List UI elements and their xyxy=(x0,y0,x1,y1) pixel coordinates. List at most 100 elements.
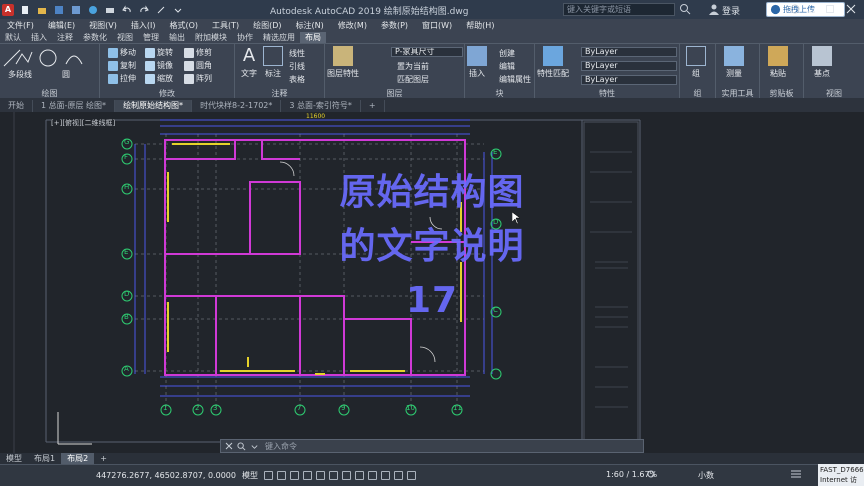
system-tray-notification[interactable]: FAST_D7666C Internet 访问 xyxy=(818,464,864,486)
polyline-icon[interactable] xyxy=(14,48,34,68)
menu-tools[interactable]: 工具(T) xyxy=(205,20,246,31)
new-tab-button[interactable]: + xyxy=(361,100,385,112)
menu-insert[interactable]: 插入(I) xyxy=(124,20,163,31)
group-button[interactable]: 组 xyxy=(686,46,706,79)
close-icon[interactable] xyxy=(846,4,856,14)
layout-tab-model[interactable]: 模型 xyxy=(0,453,28,464)
array-button[interactable]: 阵列 xyxy=(184,73,212,84)
linetype-dropdown[interactable]: ByLayer xyxy=(581,61,677,71)
command-input[interactable]: 键入命令 xyxy=(265,441,297,452)
annotation-monitor-icon[interactable] xyxy=(406,471,416,480)
base-point-button[interactable]: 基点 xyxy=(812,46,832,79)
polar-toggle-icon[interactable] xyxy=(302,471,312,480)
help-icon[interactable] xyxy=(790,4,800,14)
command-search-icon[interactable] xyxy=(237,441,246,451)
user-icon[interactable] xyxy=(708,3,720,15)
save-as-icon[interactable] xyxy=(69,4,82,15)
leader-button[interactable]: 引线 xyxy=(289,61,305,72)
otrack-toggle-icon[interactable] xyxy=(328,471,338,480)
doc-tab-4[interactable]: 3 总面-索引符号* xyxy=(281,100,361,112)
tab-collaborate[interactable]: 协作 xyxy=(232,32,258,43)
tab-parametric[interactable]: 参数化 xyxy=(78,32,112,43)
tab-default[interactable]: 默认 xyxy=(0,32,26,43)
tab-output[interactable]: 输出 xyxy=(164,32,190,43)
match-layer-button[interactable]: 匹配图层 xyxy=(397,74,429,85)
polyline-label[interactable]: 多段线 xyxy=(8,69,32,80)
command-history-icon[interactable] xyxy=(250,442,259,451)
model-space-toggle[interactable]: 模型 xyxy=(242,470,258,481)
menu-edit[interactable]: 编辑(E) xyxy=(41,20,82,31)
plot-icon[interactable] xyxy=(103,4,116,15)
measure-button[interactable]: 测量 xyxy=(724,46,744,79)
text-button[interactable]: A 文字 xyxy=(239,46,259,79)
arc-icon[interactable] xyxy=(64,48,84,68)
menu-dimension[interactable]: 标注(N) xyxy=(289,20,331,31)
snap-toggle-icon[interactable] xyxy=(276,471,286,480)
settings-gear-icon[interactable] xyxy=(646,469,656,479)
color-dropdown[interactable]: ByLayer xyxy=(581,47,677,57)
layer-dropdown[interactable]: P-家具尺寸 xyxy=(391,47,463,57)
menu-view[interactable]: 视图(V) xyxy=(82,20,124,31)
lineweight-toggle-icon[interactable] xyxy=(341,471,351,480)
redo-icon[interactable] xyxy=(137,4,150,15)
copy-button[interactable]: 复制 xyxy=(108,60,136,71)
circle-icon[interactable] xyxy=(38,48,58,68)
layout-tab-1[interactable]: 布局1 xyxy=(28,453,61,464)
mirror-button[interactable]: 镜像 xyxy=(145,60,173,71)
make-current-button[interactable]: 置为当前 xyxy=(397,61,429,72)
menu-modify[interactable]: 修改(M) xyxy=(331,20,374,31)
selection-cycling-icon[interactable] xyxy=(367,471,377,480)
match-properties-button[interactable]: 特性匹配 xyxy=(537,46,569,79)
coordinates-readout[interactable]: 447276.2677, 46502.8707, 0.0000 xyxy=(96,471,236,480)
menu-draw[interactable]: 绘图(D) xyxy=(246,20,288,31)
linear-dim-button[interactable]: 线性 xyxy=(289,48,305,59)
doc-tab-3[interactable]: 时代块样8-2-1702* xyxy=(192,100,282,112)
paste-button[interactable]: 粘贴 xyxy=(768,46,788,79)
insert-block-button[interactable]: 插入 xyxy=(467,46,487,79)
menu-window[interactable]: 窗口(W) xyxy=(415,20,459,31)
workspace-icon[interactable] xyxy=(393,471,403,480)
menu-file[interactable]: 文件(F) xyxy=(0,20,41,31)
annotation-scale-icon[interactable] xyxy=(380,471,390,480)
tab-insert[interactable]: 插入 xyxy=(26,32,52,43)
menu-format[interactable]: 格式(O) xyxy=(162,20,205,31)
tab-manage[interactable]: 管理 xyxy=(138,32,164,43)
viewport-controls[interactable]: [+][俯视][二维线框] xyxy=(51,118,116,128)
web-icon[interactable] xyxy=(86,4,99,15)
edit-block-button[interactable]: 编辑 xyxy=(499,61,515,72)
save-icon[interactable] xyxy=(52,4,65,15)
tab-addins[interactable]: 附加模块 xyxy=(190,32,232,43)
search-input[interactable]: 键入关键字或短语 xyxy=(563,3,675,16)
stretch-button[interactable]: 拉伸 xyxy=(108,73,136,84)
ortho-toggle-icon[interactable] xyxy=(289,471,299,480)
trim-button[interactable]: 修剪 xyxy=(184,47,212,58)
units-selector[interactable]: 小数 xyxy=(698,470,714,481)
layer-properties-button[interactable]: 图层特性 xyxy=(327,46,359,79)
open-file-icon[interactable] xyxy=(35,4,48,15)
move-button[interactable]: 移动 xyxy=(108,47,136,58)
tab-annotate[interactable]: 注释 xyxy=(52,32,78,43)
doc-tab-1[interactable]: 1 总面-原层 绘图* xyxy=(33,100,116,112)
menu-help[interactable]: 帮助(H) xyxy=(459,20,501,31)
tab-featured-apps[interactable]: 精选应用 xyxy=(258,32,300,43)
dimension-button[interactable]: 标注 xyxy=(263,46,283,79)
create-block-button[interactable]: 创建 xyxy=(499,48,515,59)
scale-button[interactable]: 缩放 xyxy=(145,73,173,84)
tab-view[interactable]: 视图 xyxy=(112,32,138,43)
edit-attributes-button[interactable]: 编辑属性 xyxy=(499,74,531,85)
maximize-icon[interactable] xyxy=(825,4,835,14)
minimize-icon[interactable] xyxy=(806,4,816,14)
circle-label[interactable]: 圆 xyxy=(62,69,70,80)
customize-icon[interactable] xyxy=(790,468,802,480)
workspace-dropdown-icon[interactable] xyxy=(171,4,184,15)
layout-tab-2[interactable]: 布局2 xyxy=(61,453,95,464)
search-icon[interactable] xyxy=(679,3,691,15)
lineweight-dropdown[interactable]: ByLayer xyxy=(581,75,677,85)
login-link[interactable]: 登录 xyxy=(722,4,740,17)
new-file-icon[interactable] xyxy=(18,4,31,15)
doc-tab-start[interactable]: 开始 xyxy=(0,100,33,112)
tab-layout[interactable]: 布局 xyxy=(300,32,326,43)
share-icon[interactable] xyxy=(154,4,167,15)
command-line[interactable]: 键入命令 xyxy=(220,439,644,453)
close-command-icon[interactable] xyxy=(225,442,233,450)
